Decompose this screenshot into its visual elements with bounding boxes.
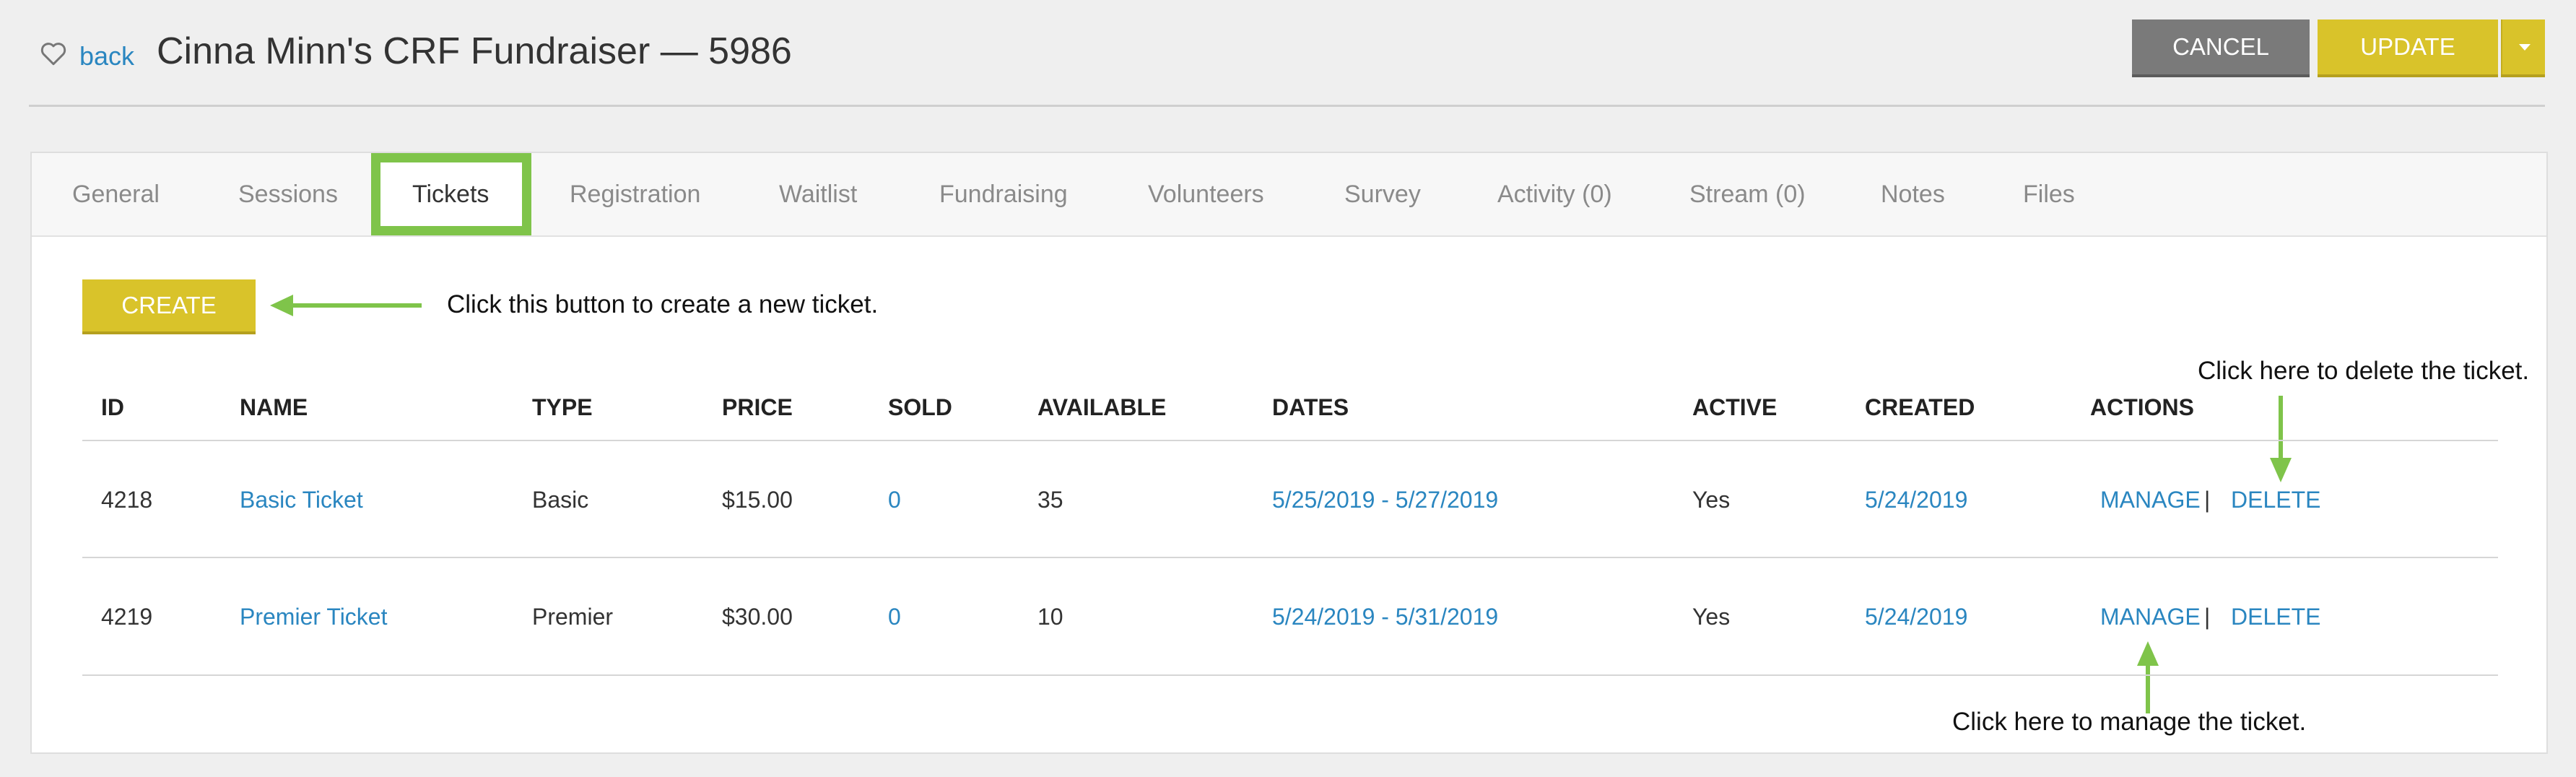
tab-activity[interactable]: Activity (0)	[1497, 175, 1612, 214]
update-dropdown-caret-icon[interactable]	[2501, 19, 2545, 74]
tab-general[interactable]: General	[72, 175, 160, 214]
table-divider	[82, 440, 2498, 441]
tab-notes[interactable]: Notes	[1881, 175, 1945, 214]
cancel-button[interactable]: CANCEL	[2132, 19, 2310, 74]
column-header-type: TYPE	[532, 394, 593, 420]
arrow-up-icon	[2137, 641, 2159, 713]
ticket-sold-link[interactable]: 0	[888, 604, 901, 630]
ticket-available: 10	[1037, 604, 1063, 630]
ticket-dates-link[interactable]: 5/24/2019 - 5/31/2019	[1272, 604, 1498, 630]
ticket-name-link[interactable]: Premier Ticket	[240, 604, 387, 630]
delete-annotation: Click here to delete the ticket.	[2198, 357, 2530, 385]
delete-link[interactable]: DELETE	[2231, 604, 2320, 630]
heart-icon[interactable]	[38, 38, 69, 69]
back-link[interactable]: back	[79, 35, 134, 78]
ticket-price: $15.00	[722, 487, 793, 513]
column-header-sold: SOLD	[888, 394, 952, 420]
update-button[interactable]: UPDATE	[2318, 19, 2498, 74]
column-header-created: CREATED	[1865, 394, 1975, 420]
column-header-price: PRICE	[722, 394, 793, 420]
ticket-active: Yes	[1692, 604, 1731, 630]
column-header-id: ID	[101, 394, 124, 420]
arrow-down-icon	[2270, 396, 2292, 482]
ticket-available: 35	[1037, 487, 1063, 513]
ticket-created-link[interactable]: 5/24/2019	[1865, 487, 1967, 513]
ticket-id: 4218	[101, 487, 153, 513]
tab-bar: General Sessions Tickets Registration Wa…	[32, 153, 2546, 237]
column-header-available: AVAILABLE	[1037, 394, 1167, 420]
create-ticket-button[interactable]: CREATE	[82, 279, 256, 331]
tab-files[interactable]: Files	[2023, 175, 2075, 214]
table-divider	[82, 557, 2498, 558]
ticket-type: Premier	[532, 604, 614, 630]
action-separator: |	[2204, 487, 2211, 513]
tickets-panel: General Sessions Tickets Registration Wa…	[30, 152, 2548, 754]
ticket-price: $30.00	[722, 604, 793, 630]
delete-link[interactable]: DELETE	[2231, 487, 2320, 513]
ticket-name-link[interactable]: Basic Ticket	[240, 487, 363, 513]
tab-registration[interactable]: Registration	[570, 175, 700, 214]
table-divider	[82, 674, 2498, 676]
page-title: Cinna Minn's CRF Fundraiser — 5986	[157, 30, 792, 72]
manage-link[interactable]: MANAGE	[2100, 487, 2201, 513]
ticket-sold-link[interactable]: 0	[888, 487, 901, 513]
tab-stream[interactable]: Stream (0)	[1689, 175, 1806, 214]
tab-sessions[interactable]: Sessions	[238, 175, 338, 214]
manage-link[interactable]: MANAGE	[2100, 604, 2201, 630]
ticket-type: Basic	[532, 487, 589, 513]
page-header: back Cinna Minn's CRF Fundraiser — 5986 …	[29, 19, 2545, 107]
column-header-actions: ACTIONS	[2090, 394, 2194, 420]
ticket-id: 4219	[101, 604, 153, 630]
tab-fundraising[interactable]: Fundraising	[939, 175, 1068, 214]
column-header-dates: DATES	[1272, 394, 1349, 420]
manage-annotation: Click here to manage the ticket.	[1952, 708, 2307, 736]
create-annotation: Click this button to create a new ticket…	[447, 290, 879, 318]
tab-volunteers[interactable]: Volunteers	[1148, 175, 1264, 214]
ticket-dates-link[interactable]: 5/25/2019 - 5/27/2019	[1272, 487, 1498, 513]
arrow-left-icon	[270, 295, 422, 316]
column-header-active: ACTIVE	[1692, 394, 1777, 420]
ticket-created-link[interactable]: 5/24/2019	[1865, 604, 1967, 630]
ticket-active: Yes	[1692, 487, 1731, 513]
column-header-name: NAME	[240, 394, 308, 420]
tab-waitlist[interactable]: Waitlist	[779, 175, 857, 214]
tab-tickets[interactable]: Tickets	[412, 175, 489, 214]
tab-survey[interactable]: Survey	[1344, 175, 1421, 214]
action-separator: |	[2204, 604, 2211, 630]
